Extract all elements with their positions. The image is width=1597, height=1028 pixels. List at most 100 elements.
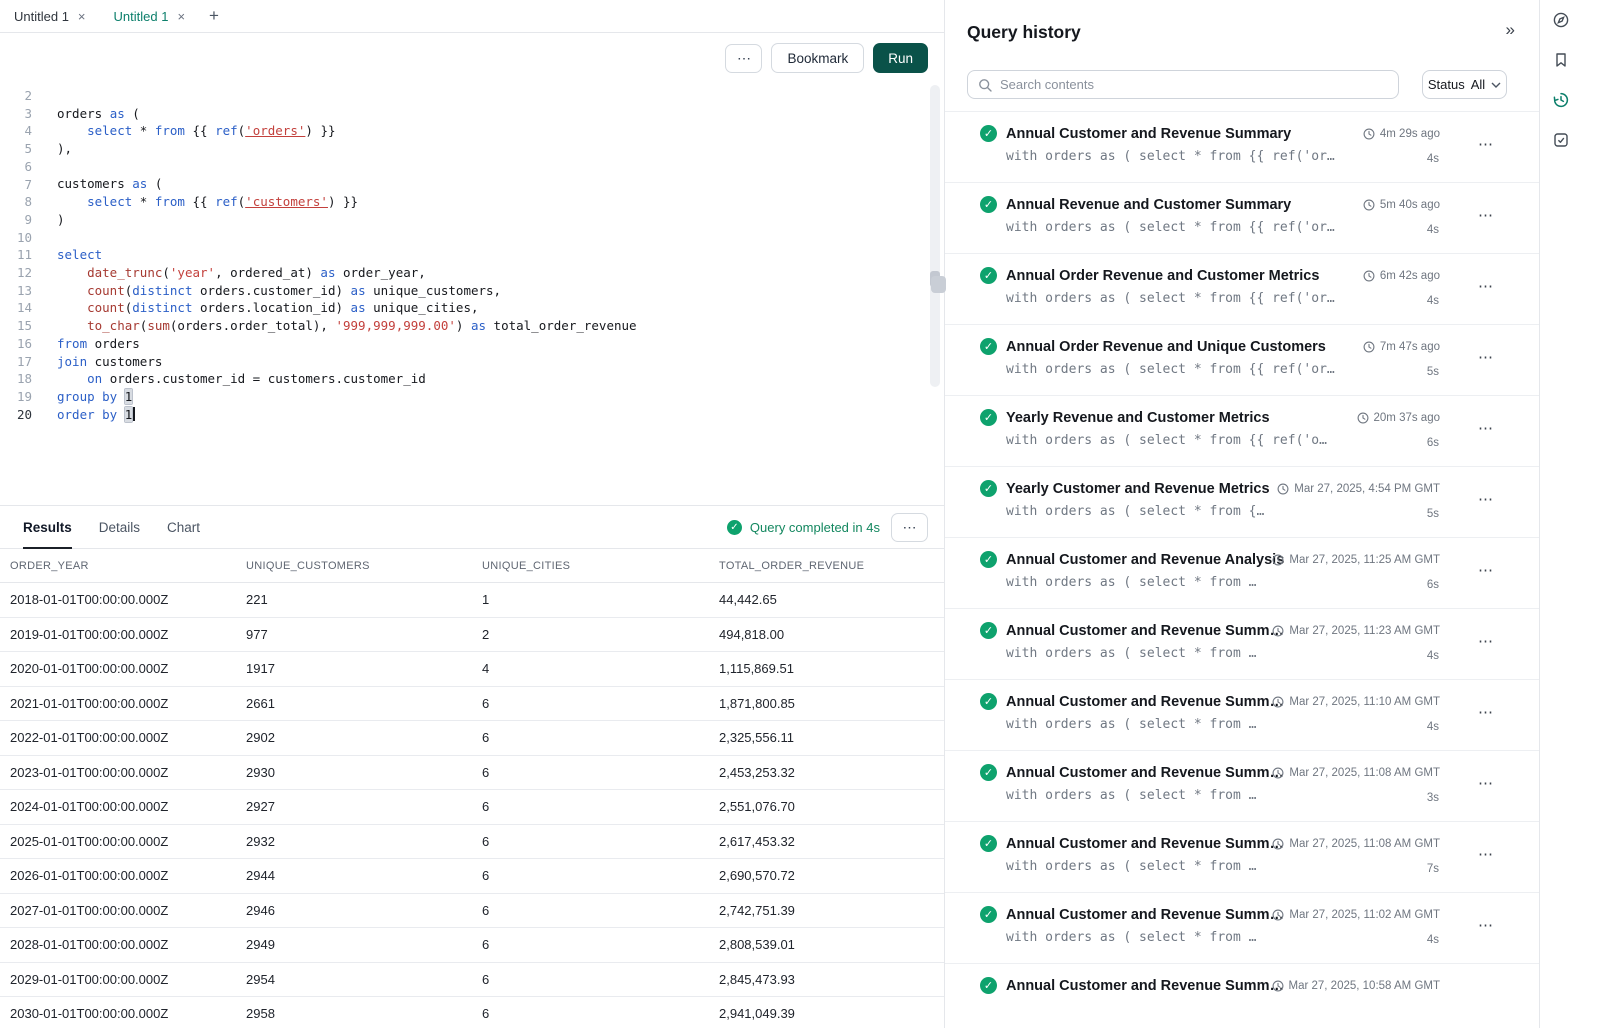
results-tab-details[interactable]: Details	[99, 506, 140, 548]
table-row[interactable]: 2021-01-01T00:00:00.000Z266161,871,800.8…	[0, 687, 944, 722]
history-item-more-button[interactable]: ⋯	[1478, 490, 1493, 508]
tab-close-icon[interactable]: ×	[177, 10, 185, 23]
table-row[interactable]: 2023-01-01T00:00:00.000Z293062,453,253.3…	[0, 756, 944, 791]
code-line[interactable]: customers as (	[57, 175, 637, 193]
code-token: ) }}	[328, 194, 358, 209]
code-line[interactable]: count(distinct orders.location_id) as un…	[57, 299, 637, 317]
code-line[interactable]: select * from {{ ref('orders') }}	[57, 122, 637, 140]
history-item[interactable]: ✓Annual Customer and Revenue Summ…Mar 27…	[945, 680, 1539, 751]
editor-more-options-button[interactable]: ⋯	[725, 44, 762, 73]
history-item-more-button[interactable]: ⋯	[1478, 206, 1493, 224]
line-number: 2	[0, 87, 32, 105]
code-line[interactable]: select	[57, 246, 637, 264]
table-row[interactable]: 2030-01-01T00:00:00.000Z295862,941,049.3…	[0, 997, 944, 1028]
history-item-more-button[interactable]: ⋯	[1478, 561, 1493, 579]
code-line[interactable]: join customers	[57, 353, 637, 371]
history-item-more-button[interactable]: ⋯	[1478, 987, 1493, 995]
timestamp-text: Mar 27, 2025, 11:25 AM GMT	[1289, 554, 1440, 566]
bookmark-button[interactable]: Bookmark	[771, 43, 864, 73]
code-line[interactable]: orders as (	[57, 105, 637, 123]
history-item[interactable]: ✓Annual Customer and Revenue Summ…Mar 27…	[945, 822, 1539, 893]
success-check-icon: ✓	[980, 764, 997, 781]
table-row[interactable]: 2027-01-01T00:00:00.000Z294662,742,751.3…	[0, 894, 944, 929]
code-line[interactable]: to_char(sum(orders.order_total), '999,99…	[57, 317, 637, 335]
compass-icon[interactable]	[1548, 7, 1574, 33]
editor-tab[interactable]: Untitled 1×	[0, 0, 100, 32]
table-row[interactable]: 2029-01-01T00:00:00.000Z295462,845,473.9…	[0, 963, 944, 998]
table-row[interactable]: 2028-01-01T00:00:00.000Z294962,808,539.0…	[0, 928, 944, 963]
table-cell: 2,617,453.32	[719, 834, 944, 849]
code-line[interactable]	[57, 158, 637, 176]
table-row[interactable]: 2019-01-01T00:00:00.000Z9772494,818.00	[0, 618, 944, 653]
run-button[interactable]: Run	[873, 43, 928, 73]
search-input[interactable]	[1000, 77, 1388, 92]
history-item[interactable]: ✓Annual Order Revenue and Unique Custome…	[945, 325, 1539, 396]
line-number: 10	[0, 229, 32, 247]
code-token: orders.customer_id)	[193, 283, 351, 298]
code-line[interactable]: )	[57, 211, 637, 229]
check-square-icon[interactable]	[1548, 127, 1574, 153]
code-line[interactable]: on orders.customer_id = customers.custom…	[57, 370, 637, 388]
table-cell: 6	[482, 765, 719, 780]
table-row[interactable]: 2026-01-01T00:00:00.000Z294462,690,570.7…	[0, 859, 944, 894]
bookmark-icon[interactable]	[1548, 47, 1574, 73]
code-line[interactable]: ),	[57, 140, 637, 158]
pane-resize-handle[interactable]	[931, 276, 946, 293]
code-line[interactable]	[57, 229, 637, 247]
table-cell: 2019-01-01T00:00:00.000Z	[10, 627, 246, 642]
code-token: 'year'	[170, 265, 215, 280]
new-tab-button[interactable]: +	[209, 6, 219, 26]
history-item-more-button[interactable]: ⋯	[1478, 774, 1493, 792]
history-item[interactable]: ✓Annual Customer and Revenue Summary4m 2…	[945, 112, 1539, 183]
sql-editor[interactable]: 234567891011121314151617181920 orders as…	[0, 83, 944, 505]
history-item-more-button[interactable]: ⋯	[1478, 703, 1493, 721]
code-line[interactable]: select * from {{ ref('customers') }}	[57, 193, 637, 211]
history-item-more-button[interactable]: ⋯	[1478, 277, 1493, 295]
status-filter[interactable]: Status All	[1422, 70, 1507, 99]
table-cell: 2932	[246, 834, 482, 849]
results-more-options-button[interactable]: ⋯	[891, 513, 928, 542]
code-line[interactable]: order by 1	[57, 406, 637, 424]
code-line[interactable]: group by 1	[57, 388, 637, 406]
code-token	[57, 194, 87, 209]
history-icon[interactable]	[1548, 87, 1574, 113]
history-item[interactable]: ✓Annual Customer and Revenue Summ…Mar 27…	[945, 964, 1539, 995]
editor-code[interactable]: orders as ( select * from {{ ref('orders…	[38, 87, 637, 505]
history-item-more-button[interactable]: ⋯	[1478, 348, 1493, 366]
code-line[interactable]: date_trunc('year', ordered_at) as order_…	[57, 264, 637, 282]
history-item[interactable]: ✓Annual Customer and Revenue Summ…Mar 27…	[945, 893, 1539, 964]
history-item-more-button[interactable]: ⋯	[1478, 845, 1493, 863]
table-row[interactable]: 2018-01-01T00:00:00.000Z221144,442.65	[0, 583, 944, 618]
results-tab-chart[interactable]: Chart	[167, 506, 200, 548]
table-row[interactable]: 2020-01-01T00:00:00.000Z191741,115,869.5…	[0, 652, 944, 687]
tab-close-icon[interactable]: ×	[78, 10, 86, 23]
history-item-more-button[interactable]: ⋯	[1478, 916, 1493, 934]
code-line[interactable]: count(distinct orders.customer_id) as un…	[57, 282, 637, 300]
code-token: {{	[185, 123, 215, 138]
history-item-more-button[interactable]: ⋯	[1478, 419, 1493, 437]
results-tab-results[interactable]: Results	[23, 506, 72, 548]
search-box[interactable]	[967, 70, 1399, 99]
history-item-more-button[interactable]: ⋯	[1478, 632, 1493, 650]
history-item[interactable]: ✓Annual Customer and Revenue Summ…Mar 27…	[945, 609, 1539, 680]
history-item-query-preview: with orders as ( select * from …	[1006, 930, 1446, 945]
table-row[interactable]: 2024-01-01T00:00:00.000Z292762,551,076.7…	[0, 790, 944, 825]
history-item[interactable]: ✓Annual Customer and Revenue AnalysisMar…	[945, 538, 1539, 609]
history-item-more-button[interactable]: ⋯	[1478, 135, 1493, 153]
code-line[interactable]	[57, 87, 637, 105]
history-item[interactable]: ✓Annual Revenue and Customer Summary5m 4…	[945, 183, 1539, 254]
code-line[interactable]: from orders	[57, 335, 637, 353]
timestamp-text: Mar 27, 2025, 10:58 AM GMT	[1289, 980, 1441, 992]
history-item[interactable]: ✓Annual Customer and Revenue Summ…Mar 27…	[945, 751, 1539, 822]
table-row[interactable]: 2022-01-01T00:00:00.000Z290262,325,556.1…	[0, 721, 944, 756]
editor-tab[interactable]: Untitled 1×	[100, 0, 200, 32]
history-item[interactable]: ✓Yearly Customer and Revenue MetricsMar …	[945, 467, 1539, 538]
collapse-panel-icon[interactable]: »	[1506, 20, 1515, 40]
editor-scrollbar[interactable]	[930, 85, 940, 387]
table-cell: 6	[482, 730, 719, 745]
history-item[interactable]: ✓Yearly Revenue and Customer Metrics20m …	[945, 396, 1539, 467]
code-token: unique_customers,	[366, 283, 501, 298]
history-item-duration: 5s	[1427, 366, 1439, 378]
history-item[interactable]: ✓Annual Order Revenue and Customer Metri…	[945, 254, 1539, 325]
table-row[interactable]: 2025-01-01T00:00:00.000Z293262,617,453.3…	[0, 825, 944, 860]
